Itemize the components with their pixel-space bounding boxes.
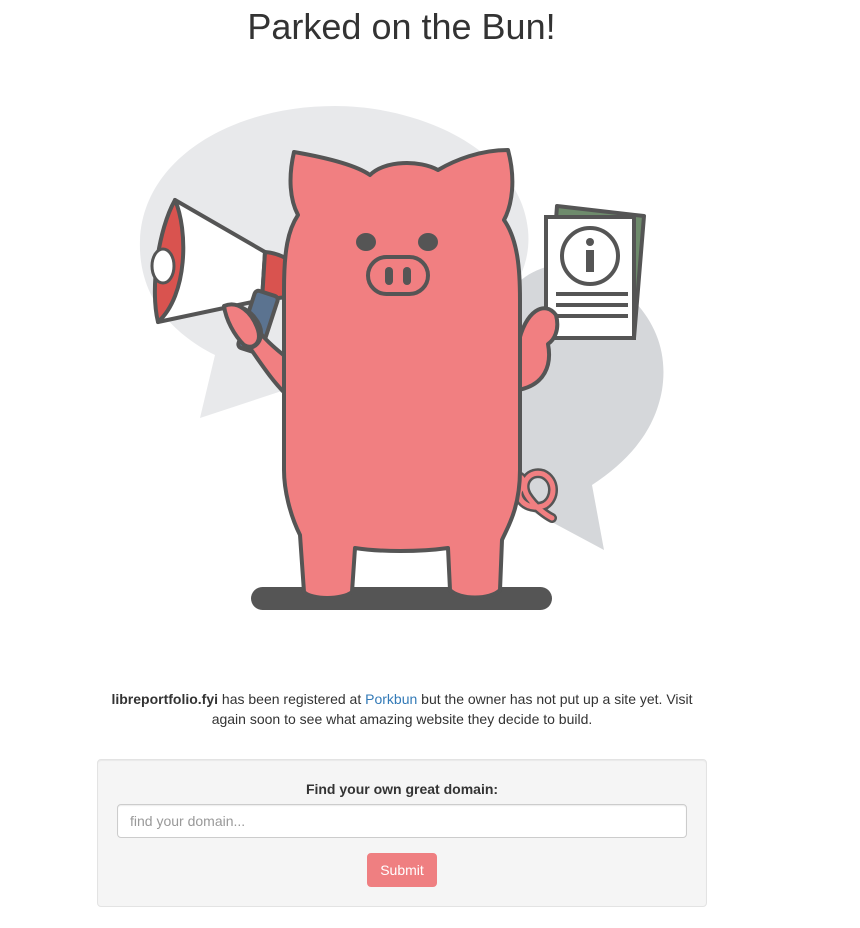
pig-snout [366,255,430,296]
notice-text-before-link: has been registered at [218,691,366,707]
pig-body [282,148,522,600]
domain-search-label: Find your own great domain: [305,781,499,797]
submit-button[interactable]: Submit [367,853,437,887]
parked-domain-name: libreportfolio.fyi [111,691,219,707]
pig-eye-right [418,233,438,251]
page-title: Parked on the Bun! [247,6,556,47]
domain-search-input[interactable] [117,804,687,838]
pig-eye-left [356,233,376,251]
info-icon [544,204,646,340]
domain-search-panel: Find your own great domain: Submit [97,759,707,907]
porkbun-link[interactable]: Porkbun [365,691,417,707]
floor-shadow [251,587,552,610]
pig-mascot-illustration [139,106,664,610]
parked-notice: libreportfolio.fyi has been registered a… [102,689,702,729]
